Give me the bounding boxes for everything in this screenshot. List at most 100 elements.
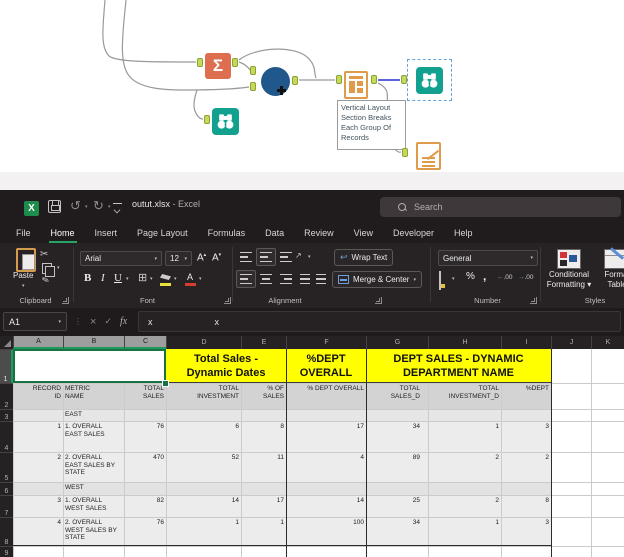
tab-page-layout[interactable]: Page Layout — [127, 222, 198, 243]
column-header-B[interactable]: B — [63, 336, 124, 349]
format-as-table-button[interactable]: Format Table — [600, 270, 624, 290]
formula-input[interactable]: x x — [138, 311, 621, 332]
cell-I5[interactable]: 2 — [501, 452, 551, 482]
cell-D7[interactable]: 14 — [166, 495, 241, 517]
cell-F4[interactable]: 17 — [286, 421, 366, 452]
tab-data[interactable]: Data — [255, 222, 294, 243]
cell-F2[interactable]: % DEPT OVERALL — [286, 383, 366, 409]
align-middle-button[interactable] — [256, 248, 276, 266]
fill-color-icon[interactable] — [160, 274, 171, 280]
bold-button[interactable]: B — [84, 272, 91, 284]
cell-G2[interactable]: TOTAL SALES_D — [366, 383, 428, 409]
anchor-summarize-out[interactable] — [232, 58, 238, 67]
column-header-E[interactable]: E — [241, 336, 286, 349]
row-header-3[interactable]: 3 — [0, 409, 13, 421]
align-bottom-button[interactable] — [280, 252, 292, 262]
wrap-text-button[interactable]: ↩ Wrap Text — [334, 249, 393, 266]
anchor-join-in-top[interactable] — [250, 66, 256, 75]
cell-D8[interactable]: 1 — [166, 517, 241, 546]
cell-I8[interactable]: 3 — [501, 517, 551, 546]
row-header-4[interactable]: 4 — [0, 421, 13, 452]
align-center-button[interactable] — [260, 274, 272, 284]
cell-B8[interactable]: 2. OVERALL WEST SALES BY STATE — [63, 517, 124, 546]
cell-D5[interactable]: 52 — [166, 452, 241, 482]
underline-dropdown-icon[interactable]: ▾ — [126, 276, 129, 282]
cell-H7[interactable]: 2 — [428, 495, 501, 517]
tab-home[interactable]: Home — [41, 222, 85, 243]
increase-decimal-button[interactable]: ←←.00.00 — [497, 274, 513, 281]
tab-help[interactable]: Help — [444, 222, 483, 243]
accounting-format-icon[interactable] — [439, 271, 441, 290]
cell-D4[interactable]: 6 — [166, 421, 241, 452]
undo-dropdown-icon[interactable]: ▾ — [85, 204, 88, 210]
conditional-formatting-icon[interactable] — [557, 249, 581, 269]
format-as-table-icon[interactable] — [604, 249, 624, 269]
orientation-button[interactable]: ↗ — [295, 251, 302, 260]
tab-review[interactable]: Review — [294, 222, 344, 243]
cell-A7[interactable]: 3 — [13, 495, 63, 517]
cell-H2[interactable]: TOTAL INVESTMENT_D — [428, 383, 501, 409]
cell-G5[interactable]: 89 — [366, 452, 428, 482]
cell-B5[interactable]: 2. OVERALL EAST SALES BY STATE — [63, 452, 124, 482]
cell-C4[interactable]: 76 — [124, 421, 166, 452]
merge-center-button[interactable]: Merge & Center ▾ — [332, 271, 422, 288]
fill-color-dropdown-icon[interactable]: ▾ — [174, 276, 177, 282]
cell-C8[interactable]: 76 — [124, 517, 166, 546]
row-header-7[interactable]: 7 — [0, 495, 13, 517]
align-right-button[interactable] — [280, 274, 292, 284]
cell-H5[interactable]: 2 — [428, 452, 501, 482]
row-header-5[interactable]: 5 — [0, 452, 13, 482]
orientation-dropdown-icon[interactable]: ▾ — [308, 254, 311, 260]
percent-style-button[interactable]: % — [466, 271, 475, 282]
anchor-join-in-bottom[interactable] — [250, 82, 256, 91]
cell-E4[interactable]: 8 — [241, 421, 286, 452]
cell-H4[interactable]: 1 — [428, 421, 501, 452]
browse-tool-selected-icon[interactable] — [416, 67, 443, 94]
number-dialog-launcher-icon[interactable] — [530, 297, 537, 304]
shrink-font-button[interactable]: A▾ — [212, 252, 221, 263]
font-name-select[interactable]: Arial ▾ — [80, 251, 162, 266]
number-format-select[interactable]: General ▾ — [438, 250, 538, 266]
row-header-8[interactable]: 8 — [0, 517, 13, 546]
comma-style-button[interactable]: , — [483, 269, 486, 283]
underline-button[interactable]: U — [114, 272, 122, 284]
anchor-join-out[interactable] — [292, 76, 298, 85]
cell-F1[interactable]: %DEPT OVERALL — [286, 349, 366, 383]
anchor-browse2-in[interactable] — [401, 75, 407, 84]
cell-G4[interactable]: 34 — [366, 421, 428, 452]
column-header-K[interactable]: K — [591, 336, 624, 349]
cut-icon[interactable]: ✂ — [40, 249, 48, 260]
tab-view[interactable]: View — [344, 222, 383, 243]
row-header-2[interactable]: 2 — [0, 383, 13, 409]
paste-dropdown-icon[interactable]: ▾ — [22, 283, 25, 289]
insert-function-icon[interactable]: fx — [120, 316, 127, 327]
cell-H8[interactable]: 1 — [428, 517, 501, 546]
enter-icon[interactable]: ✓ — [104, 316, 112, 327]
cell-F5[interactable]: 4 — [286, 452, 366, 482]
copy-dropdown-icon[interactable]: ▾ — [57, 265, 60, 271]
font-color-dropdown-icon[interactable]: ▾ — [199, 276, 202, 282]
column-header-C[interactable]: C — [124, 336, 166, 349]
tab-insert[interactable]: Insert — [85, 222, 128, 243]
font-size-select[interactable]: 12 ▾ — [165, 251, 192, 266]
decrease-indent-button[interactable] — [300, 274, 312, 284]
font-color-button[interactable]: A — [187, 272, 193, 282]
redo-icon[interactable]: ↻ — [93, 199, 104, 212]
cell-B7[interactable]: 1. OVERALL WEST SALES — [63, 495, 124, 517]
cell-I7[interactable]: 8 — [501, 495, 551, 517]
decrease-decimal-button[interactable]: →.00 — [518, 274, 534, 281]
redo-dropdown-icon[interactable]: ▾ — [108, 204, 111, 210]
increase-indent-button[interactable] — [316, 274, 328, 284]
cell-A2[interactable]: RECORD ID — [13, 383, 63, 409]
copy-icon[interactable] — [42, 263, 52, 274]
cell-D2[interactable]: TOTAL INVESTMENT — [166, 383, 241, 409]
row-header-1[interactable]: 1 — [0, 349, 13, 383]
font-dialog-launcher-icon[interactable] — [224, 297, 231, 304]
cell-G1[interactable]: DEPT SALES - DYNAMIC DEPARTMENT NAME — [366, 349, 551, 383]
column-header-D[interactable]: D — [166, 336, 241, 349]
anchor-render-in[interactable] — [402, 148, 408, 157]
cell-I2[interactable]: %DEPT — [501, 383, 551, 409]
anchor-layout-in[interactable] — [336, 75, 342, 84]
cell-B3[interactable]: EAST — [63, 409, 124, 421]
quick-access-customize-icon[interactable] — [113, 203, 122, 212]
